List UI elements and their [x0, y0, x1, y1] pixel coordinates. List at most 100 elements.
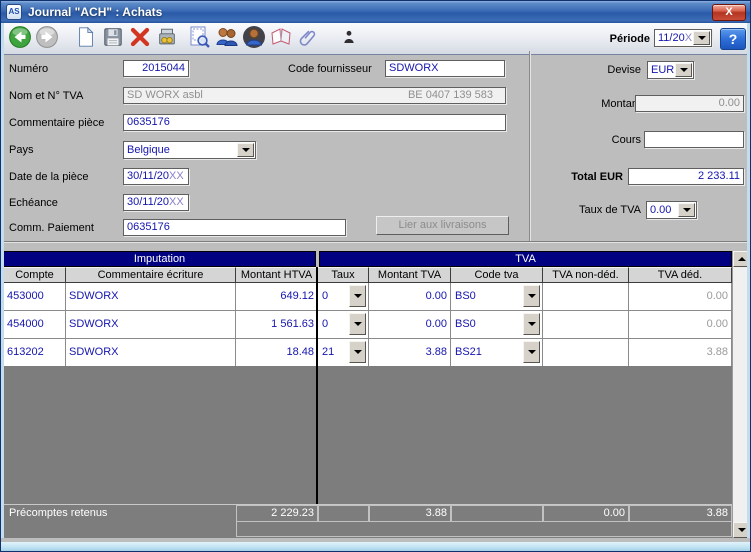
person-button[interactable] [335, 26, 362, 53]
back-button[interactable] [6, 26, 33, 53]
arrow-up-icon [738, 257, 746, 261]
commentaire-piece-label: Commentaire pièce [9, 117, 104, 129]
taux-value: 21 [322, 339, 348, 365]
chevron-down-icon[interactable] [349, 313, 366, 335]
code-fournisseur-field[interactable]: SDWORX [385, 60, 505, 77]
cell-compte[interactable]: 454000 [3, 311, 66, 339]
cours-field[interactable] [644, 131, 744, 148]
nom-value: SD WORX asbl [127, 88, 203, 103]
pays-dropdown[interactable]: Belgique [123, 141, 256, 159]
montant-label: Montant [541, 98, 641, 110]
cell-montant-htva[interactable]: 18.48 [236, 339, 318, 367]
period-dropdown[interactable]: 11/20XX [654, 29, 712, 47]
window-border-right [747, 23, 750, 538]
taux-tva-dropdown[interactable]: 0.00 [646, 201, 697, 219]
total-code-blank [451, 505, 543, 522]
bottom-strip-box [236, 521, 732, 537]
window-title: Journal "ACH" : Achats [28, 1, 162, 23]
cell-tva-non-ded[interactable] [543, 283, 629, 311]
contacts-button[interactable] [213, 26, 240, 53]
column-header-code-tva: Code tva [451, 267, 543, 283]
help-button[interactable]: ? [720, 28, 746, 50]
numero-label: Numéro [9, 63, 48, 75]
chevron-down-icon[interactable] [523, 341, 540, 363]
cell-taux-dropdown[interactable]: 0 [318, 283, 369, 311]
cell-montant-tva[interactable]: 3.88 [369, 339, 451, 367]
period-value: 11/20 [658, 32, 685, 44]
numero-field[interactable]: 2015044 [123, 60, 189, 77]
cell-code-tva-dropdown[interactable]: BS0 [451, 283, 543, 311]
forward-button[interactable] [33, 26, 60, 53]
user-button[interactable] [240, 26, 267, 53]
cell-compte[interactable]: 453000 [3, 283, 66, 311]
column-header-commentaire: Commentaire écriture [66, 267, 236, 283]
close-button[interactable]: X [712, 4, 746, 21]
journal-button[interactable] [267, 26, 294, 53]
comm-paiement-field[interactable]: 0635176 [123, 219, 346, 236]
total-montant-tva: 3.88 [369, 505, 451, 522]
save-button[interactable] [99, 26, 126, 53]
cell-montant-tva[interactable]: 0.00 [369, 283, 451, 311]
cell-montant-tva[interactable]: 0.00 [369, 311, 451, 339]
taux-tva-label: Taux de TVA [529, 204, 641, 216]
cell-tva-ded: 0.00 [629, 283, 732, 311]
chevron-down-icon[interactable] [349, 285, 366, 307]
chevron-down-icon[interactable] [693, 31, 710, 45]
taux-value: 0 [322, 311, 348, 337]
period-value-suffix: XX [685, 32, 692, 44]
commentaire-piece-field[interactable]: 0635176 [123, 114, 506, 131]
cell-commentaire[interactable]: SDWORX [66, 311, 236, 339]
taux-value: 0 [322, 283, 348, 309]
toolbar-icons [6, 25, 362, 53]
save-icon [102, 26, 124, 53]
pays-label: Pays [9, 144, 33, 156]
echeance-field[interactable]: 30/11/20XX [123, 194, 189, 211]
chevron-down-icon[interactable] [678, 203, 695, 217]
cell-commentaire[interactable]: SDWORX [66, 283, 236, 311]
chevron-down-icon[interactable] [237, 143, 254, 157]
chevron-down-icon[interactable] [349, 341, 366, 363]
cell-commentaire[interactable]: SDWORX [66, 339, 236, 367]
total-tva-non-ded: 0.00 [543, 505, 629, 522]
payment-icon [156, 26, 178, 53]
echeance-value: 30/11/20 [127, 196, 169, 208]
cell-taux-dropdown[interactable]: 0 [318, 311, 369, 339]
cell-taux-dropdown[interactable]: 21 [318, 339, 369, 367]
code-fournisseur-label: Code fournisseur [288, 63, 372, 75]
chevron-down-icon[interactable] [523, 285, 540, 307]
date-piece-value: 30/11/20 [127, 170, 169, 182]
group-divider-line [316, 267, 318, 504]
cell-tva-non-ded[interactable] [543, 311, 629, 339]
toolbar: Période 11/20XX ? [2, 23, 751, 55]
cell-tva-non-ded[interactable] [543, 339, 629, 367]
chevron-down-icon[interactable] [523, 313, 540, 335]
period-label: Période [590, 23, 650, 55]
payment-button[interactable] [153, 26, 180, 53]
back-icon [8, 25, 32, 54]
devise-dropdown[interactable]: EUR [647, 61, 694, 79]
cell-compte[interactable]: 613202 [3, 339, 66, 367]
code-tva-value: BS0 [455, 311, 522, 337]
chevron-down-icon[interactable] [675, 63, 692, 77]
cell-code-tva-dropdown[interactable]: BS21 [451, 339, 543, 367]
date-piece-field[interactable]: 30/11/20XX [123, 168, 189, 185]
code-tva-value: BS0 [455, 283, 522, 309]
delete-button[interactable] [126, 26, 153, 53]
preview-button[interactable] [186, 26, 213, 53]
column-header-taux: Taux [318, 267, 369, 283]
devise-value: EUR [651, 63, 674, 77]
cell-montant-htva[interactable]: 649.12 [236, 283, 318, 311]
column-header-montant-htva: Montant HTVA [236, 267, 318, 283]
window-border-bottom [1, 542, 751, 552]
user-icon [242, 25, 266, 54]
cell-code-tva-dropdown[interactable]: BS0 [451, 311, 543, 339]
nom-tva-field: SD WORX asbl BE 0407 139 583 [123, 87, 506, 104]
lier-livraisons-button[interactable]: Lier aux livraisons [376, 216, 509, 235]
cell-montant-htva[interactable]: 1 561.63 [236, 311, 318, 339]
vat-number-value: BE 0407 139 583 [408, 88, 502, 103]
new-button[interactable] [72, 26, 99, 53]
column-header-tva-ded: TVA déd. [629, 267, 732, 283]
echeance-label: Echéance [9, 197, 58, 209]
total-montant-htva: 2 229.23 [236, 505, 318, 522]
attachment-button[interactable] [294, 26, 321, 53]
